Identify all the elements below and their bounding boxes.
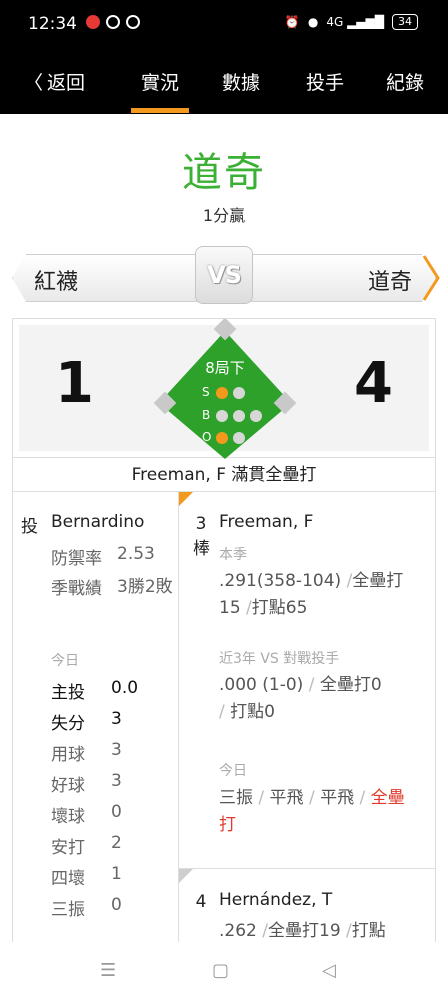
- alarm-icon: ⏰: [284, 15, 300, 29]
- vs-pitcher-stats: .000 (1-0) / 全壘打0/ 打點0: [219, 675, 382, 722]
- away-score: 1: [55, 351, 94, 416]
- balls-label: B: [202, 408, 211, 422]
- menu-icon[interactable]: ☰: [100, 960, 116, 981]
- home-score: 4: [354, 351, 393, 416]
- record-label: 季戰績: [51, 579, 102, 599]
- next-batting-order: 4: [195, 892, 207, 912]
- pitcher-stat-label: 失分: [51, 714, 85, 734]
- pitcher-today-label: 今日: [51, 653, 79, 669]
- pitcher-stat-label: 四壞: [51, 869, 85, 889]
- back-nav-icon[interactable]: ◁: [322, 960, 336, 981]
- pitcher-stat-value: 0.0: [111, 678, 139, 698]
- home-team-name: 道奇: [367, 270, 412, 295]
- tab-live[interactable]: 實況: [130, 68, 190, 113]
- pitcher-panel[interactable]: 投 Bernardino 防禦率 2.53 季戰績 3勝2敗 今日 主投 0.0 失…: [13, 492, 179, 942]
- nav-bar: 〈 返回 實況 數據 投手 紀錄: [0, 50, 448, 114]
- strike-dot: [216, 387, 228, 399]
- record-value: 3勝2敗: [117, 577, 173, 597]
- app-notification-icon: [86, 15, 100, 29]
- second-base: [213, 319, 237, 341]
- ball-dot: [250, 410, 262, 422]
- pitcher-stat-label: 壞球: [51, 807, 85, 827]
- batter-panel[interactable]: 3棒 Freeman, F 本季 .291(358-104) /全壘打15 /打…: [179, 492, 435, 942]
- pitcher-stat-value: 1: [111, 864, 122, 884]
- next-batter-marker: [179, 869, 193, 883]
- vs-pitcher-label: 近3年 VS 對戰投手: [219, 651, 340, 667]
- tab-stats[interactable]: 數據: [222, 68, 260, 95]
- outs-label: O: [202, 430, 212, 444]
- pitcher-stat-label: 主投: [51, 683, 85, 703]
- pitcher-stat-value: 3: [111, 709, 122, 729]
- batting-order: 3棒: [193, 514, 210, 559]
- batter-name: Freeman, F: [219, 512, 314, 532]
- pitcher-stat-value: 0: [111, 802, 122, 822]
- location-icon: ●: [307, 15, 319, 29]
- battery-icon: 34: [392, 14, 418, 30]
- back-button[interactable]: 〈 返回: [24, 68, 85, 95]
- next-batter-stats: .262 /全壘打19 /打點: [219, 921, 386, 941]
- batter-today-results: 三振 / 平飛 / 平飛 / 全壘打: [219, 788, 405, 835]
- away-team-name: 紅襪: [34, 270, 79, 295]
- matchup-details: 投 Bernardino 防禦率 2.53 季戰績 3勝2敗 今日 主投 0.0 失…: [12, 492, 436, 942]
- tab-pitchers[interactable]: 投手: [306, 68, 344, 95]
- current-batter-marker: [179, 492, 193, 506]
- last-play: Freeman, F 滿貫全壘打: [12, 458, 436, 492]
- out-dot: [233, 432, 245, 444]
- score-panel: 1 4 8局下 S B O: [12, 318, 436, 459]
- next-batter-name: Hernández, T: [219, 890, 333, 910]
- notification-icons: [86, 15, 140, 29]
- vs-badge: VS: [195, 246, 253, 304]
- winner-title: 道奇: [182, 150, 266, 196]
- face-icon: [126, 15, 140, 29]
- tab-records[interactable]: 紀錄: [386, 68, 424, 95]
- steering-icon: [106, 15, 120, 29]
- pitcher-stat-label: 用球: [51, 745, 85, 765]
- pitcher-stat-value: 3: [111, 740, 122, 760]
- back-label: 返回: [47, 72, 86, 94]
- home-selected-marker: [422, 255, 440, 301]
- pitcher-role: 投: [21, 517, 38, 537]
- strike-dot: [233, 387, 245, 399]
- pitcher-stat-value: 3: [111, 771, 122, 791]
- batter-today-label: 今日: [219, 763, 247, 779]
- ball-dot: [216, 410, 228, 422]
- strikes-label: S: [202, 385, 210, 399]
- season-label: 本季: [219, 547, 247, 563]
- season-stats: .291(358-104) /全壘打15 /打點65: [219, 571, 404, 618]
- pitcher-stat-value: 2: [111, 833, 122, 853]
- pitcher-stat-label: 安打: [51, 838, 85, 858]
- era-value: 2.53: [117, 544, 155, 564]
- status-time: 12:34: [28, 14, 77, 34]
- signal-icon: 4G ▂▄▆█: [326, 15, 384, 29]
- pitcher-stat-label: 三振: [51, 900, 85, 920]
- system-nav-bar: ☰ ▢ ◁: [0, 942, 448, 1000]
- chevron-left-icon: 〈: [24, 72, 44, 94]
- home-icon[interactable]: ▢: [212, 960, 229, 981]
- status-right: ⏰ ● 4G ▂▄▆█ 34: [285, 14, 418, 30]
- ball-dot: [233, 410, 245, 422]
- inning-label: 8局下: [205, 359, 245, 377]
- pitcher-name: Bernardino: [51, 512, 145, 532]
- out-dot: [216, 432, 228, 444]
- status-bar: 12:34 ⏰ ● 4G ▂▄▆█ 34: [0, 0, 448, 50]
- era-label: 防禦率: [51, 549, 102, 569]
- win-margin: 1分贏: [202, 206, 246, 225]
- matchup-bar: 紅襪 道奇 VS: [12, 246, 440, 304]
- pitcher-stat-value: 0: [111, 895, 122, 915]
- pitcher-stat-label: 好球: [51, 776, 85, 796]
